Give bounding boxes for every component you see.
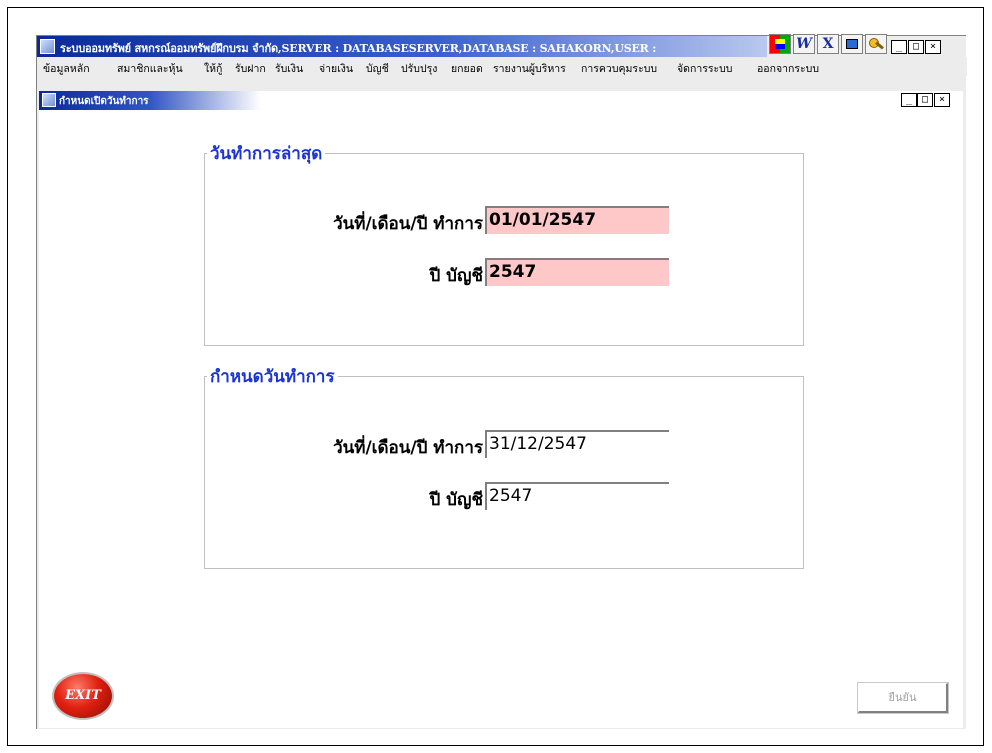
picture-icon[interactable] [841,34,863,54]
menu-pay-money[interactable]: จ่ายเงิน [319,60,353,77]
set-workday-group: กำหนดวันทำการ [204,363,804,569]
app-icon [40,39,55,54]
last-date-field: 01/01/2547 [485,206,669,234]
last-year-label: ปี บัญชี [429,266,483,286]
set-year-label: ปี บัญชี [429,490,483,510]
menu-logout[interactable]: ออกจากระบบ [757,60,819,77]
menu-master-data[interactable]: ข้อมูลหลัก [43,60,90,77]
menu-deposits[interactable]: รับฝาก [235,60,266,77]
menu-system-management[interactable]: จัดการระบบ [677,60,732,77]
last-workday-group: วันทำการล่าสุด [204,140,804,346]
close-button[interactable]: × [925,40,941,54]
set-year-field[interactable]: 2547 [485,482,669,510]
child-maximize-button[interactable]: □ [917,93,933,107]
last-date-label: วันที่/เดือน/ปี ทำการ [333,214,483,234]
child-close-button[interactable]: × [934,93,950,107]
set-workday-legend: กำหนดวันทำการ [210,367,335,387]
minimize-button[interactable]: _ [891,40,907,54]
maximize-button[interactable]: □ [908,40,924,54]
set-date-field[interactable]: 31/12/2547 [485,430,669,458]
exit-button[interactable]: EXIT [54,674,112,718]
menu-carry-forward[interactable]: ยกยอด [451,60,483,77]
form-content: วันทำการล่าสุด วันที่/เดือน/ปี ทำการ 01/… [39,110,963,728]
key-icon[interactable] [865,34,887,54]
child-window-title: กำหนดเปิดวันทำการ [59,96,149,107]
menu-executive-reports[interactable]: รายงานผู้บริหาร [493,60,566,77]
last-year-field: 2547 [485,258,669,286]
confirm-button[interactable]: ยืนยัน [858,683,948,713]
menu-system-control[interactable]: การควบคุมระบบ [581,60,657,77]
main-title-bar: ระบบออมทรัพย์ สหกรณ์ออมทรัพย์ฝึกบรม จำกั… [37,36,767,57]
menu-accounting[interactable]: บัญชี [366,60,389,77]
word-icon[interactable]: W [793,34,815,54]
set-date-label: วันที่/เดือน/ปี ทำการ [333,438,483,458]
menu-receive-money[interactable]: รับเงิน [275,60,303,77]
window-grid-icon[interactable] [769,34,791,54]
menu-members-shares[interactable]: สมาชิกและหุ้น [117,60,183,77]
main-window: ระบบออมทรัพย์ สหกรณ์ออมทรัพย์ฝึกบรม จำกั… [36,34,967,729]
menu-loans[interactable]: ให้กู้ [204,60,222,77]
window-title: ระบบออมทรัพย์ สหกรณ์ออมทรัพย์ฝึกบรม จำกั… [60,42,657,55]
excel-icon[interactable]: X [817,34,839,54]
menu-adjust[interactable]: ปรับปรุง [401,60,437,77]
last-workday-legend: วันทำการล่าสุด [210,144,323,164]
menu-bar: ข้อมูลหลัก สมาชิกและหุ้น ให้กู้ รับฝาก ร… [37,58,967,76]
child-title-bar: กำหนดเปิดวันทำการ [39,91,963,110]
child-minimize-button[interactable]: _ [901,93,917,107]
child-app-icon [42,93,56,107]
